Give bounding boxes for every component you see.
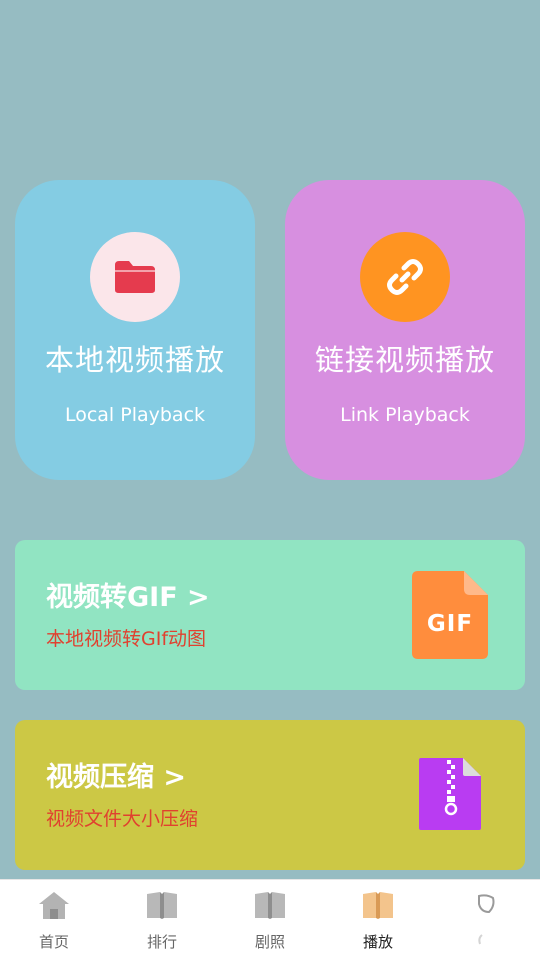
video-to-gif-subtitle: 本地视频转GIf动图 bbox=[46, 628, 207, 650]
gif-file-label: GIF bbox=[427, 611, 473, 637]
tab-ranking[interactable]: 排行 bbox=[108, 880, 216, 961]
link-playback-card[interactable]: 链接视频播放 Link Playback bbox=[285, 180, 525, 480]
tab-play[interactable]: 播放 bbox=[324, 880, 432, 961]
tab-home[interactable]: 首页 bbox=[0, 880, 108, 961]
video-compress-title: 视频压缩 > bbox=[46, 762, 187, 793]
folder-icon bbox=[115, 261, 155, 293]
loading-spinner-icon bbox=[478, 934, 483, 945]
local-playback-title: 本地视频播放 bbox=[44, 343, 225, 377]
local-playback-card[interactable]: 本地视频播放 Local Playback bbox=[15, 180, 255, 480]
video-compress-banner[interactable]: 视频压缩 > 视频文件大小压缩 bbox=[15, 720, 525, 870]
local-playback-subtitle: Local Playback bbox=[64, 404, 206, 426]
book-icon bbox=[360, 888, 396, 922]
bottom-tab-bar: 首页 排行 剧照 播放 bbox=[0, 879, 540, 961]
link-playback-title: 链接视频播放 bbox=[314, 343, 495, 377]
home-icon bbox=[36, 888, 72, 922]
link-playback-subtitle: Link Playback bbox=[340, 404, 470, 426]
loading-icon bbox=[468, 888, 504, 922]
video-to-gif-banner[interactable]: 视频转GIF > 本地视频转GIf动图 GIF bbox=[15, 540, 525, 690]
tab-ranking-label: 排行 bbox=[146, 933, 177, 951]
gif-file-icon: GIF bbox=[412, 571, 488, 659]
book-icon bbox=[252, 888, 288, 922]
tab-stills[interactable]: 剧照 bbox=[216, 880, 324, 961]
link-icon-circle bbox=[360, 232, 450, 322]
folder-icon-circle bbox=[90, 232, 180, 322]
tab-profile[interactable] bbox=[432, 880, 540, 961]
book-icon bbox=[144, 888, 180, 922]
tab-home-label: 首页 bbox=[38, 933, 69, 951]
link-icon bbox=[387, 259, 423, 295]
tab-play-label: 播放 bbox=[362, 933, 393, 951]
video-to-gif-title: 视频转GIF > bbox=[46, 582, 210, 613]
tab-stills-label: 剧照 bbox=[254, 933, 285, 951]
video-compress-subtitle: 视频文件大小压缩 bbox=[46, 808, 199, 830]
zip-file-icon bbox=[419, 758, 481, 830]
